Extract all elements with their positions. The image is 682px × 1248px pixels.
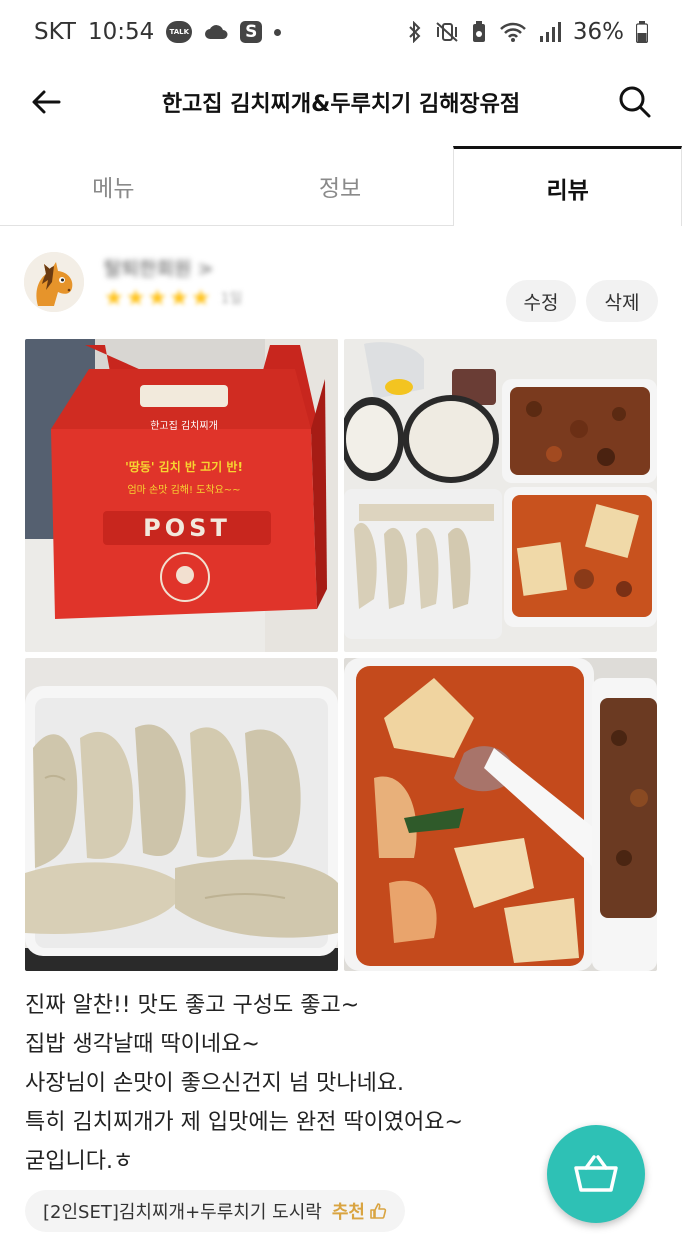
status-bar: SKT 10:54 TALK S 36% — [0, 0, 682, 64]
app-header: 한고집 김치찌개&두루치기 김해장유점 — [0, 64, 682, 140]
talk-icon: TALK — [166, 21, 193, 43]
reviewer-name[interactable]: 탈퇴한회원 > — [104, 254, 213, 281]
review-photo-packaging[interactable]: 한고집 김치찌개 '땅동' 김치 반 고기 반! 엄마 손맛 김해! 도착요~~… — [25, 339, 338, 652]
signal-icon — [539, 22, 561, 42]
review-photo-meal-set[interactable] — [344, 339, 657, 652]
star-icon: ★ — [125, 286, 146, 311]
cloud-icon — [204, 24, 228, 40]
notification-dot-icon — [274, 28, 282, 36]
eco-battery-icon — [471, 21, 487, 43]
page-title: 한고집 김치찌개&두루치기 김해장유점 — [161, 92, 521, 117]
star-icon: ★ — [190, 286, 211, 311]
delete-button[interactable]: 삭제 — [586, 280, 658, 322]
avatar[interactable] — [24, 252, 84, 312]
box-brand-text: 한고집 김치찌개 — [150, 420, 218, 432]
thumbs-up-icon — [370, 1203, 387, 1219]
clock: 10:54 — [87, 19, 155, 45]
vibrate-mute-icon — [435, 21, 459, 43]
star-icon: ★ — [147, 286, 168, 311]
tab-menu[interactable]: 메뉴 — [0, 146, 227, 225]
s-app-icon: S — [240, 21, 263, 43]
review-date: 1일 — [220, 291, 243, 307]
review-text-line: 사장님이 손맛이 좋으신건지 넘 맛나네요. — [25, 1071, 405, 1096]
wifi-icon — [499, 21, 527, 43]
recommend-label: 추천 — [331, 1202, 365, 1223]
review-text-line: 특히 김치찌개가 제 입맛에는 완전 딱이였어요~ — [25, 1110, 463, 1135]
star-icon: ★ — [169, 286, 189, 311]
review-header: 탈퇴한회원 > ★ ★ ★ ★ ★ 1일 수정 삭제 — [24, 252, 658, 322]
search-icon — [619, 86, 651, 118]
review-text-line: 집밥 생각날때 딱이네요~ — [25, 1032, 260, 1057]
box-slogan-2: 엄마 손맛 김해! 도착요~~ — [127, 483, 240, 496]
cart-icon — [574, 1155, 618, 1192]
edit-button[interactable]: 수정 — [506, 280, 576, 322]
back-arrow-icon — [32, 90, 61, 114]
box-slogan-1: '땅동' 김치 반 고기 반! — [125, 459, 243, 474]
battery-percent: 36% — [572, 19, 624, 45]
review-photo-dumplings[interactable] — [25, 658, 338, 971]
status-right: 36% — [407, 19, 648, 45]
carrier-label: SKT — [34, 19, 76, 45]
back-button[interactable] — [28, 84, 64, 120]
recommend-badge: 추천 — [332, 1198, 387, 1224]
battery-icon — [636, 21, 648, 43]
review-photo-kimchi-stew[interactable] — [344, 658, 657, 971]
tab-review[interactable]: 리뷰 — [453, 146, 682, 226]
horse-avatar-icon — [24, 252, 84, 312]
ordered-menu-tag[interactable]: [2인SET]김치찌개+두루치기 도시락 추천 — [25, 1190, 405, 1232]
status-left: SKT 10:54 TALK S — [34, 19, 282, 45]
tab-bar: 메뉴 정보 리뷰 — [0, 146, 682, 226]
box-post-text: POST — [143, 514, 231, 542]
rating-stars: ★ ★ ★ ★ ★ 1일 — [104, 288, 242, 310]
cart-button[interactable] — [547, 1125, 645, 1223]
star-icon: ★ — [104, 286, 124, 311]
bluetooth-icon — [407, 21, 423, 43]
search-button[interactable] — [616, 83, 654, 121]
review-text-line: 진짜 알찬!! 맛도 좋고 구성도 좋고~ — [25, 993, 360, 1018]
tab-info[interactable]: 정보 — [227, 146, 454, 225]
menu-tag-label: [2인SET]김치찌개+두루치기 도시락 — [43, 1202, 322, 1223]
